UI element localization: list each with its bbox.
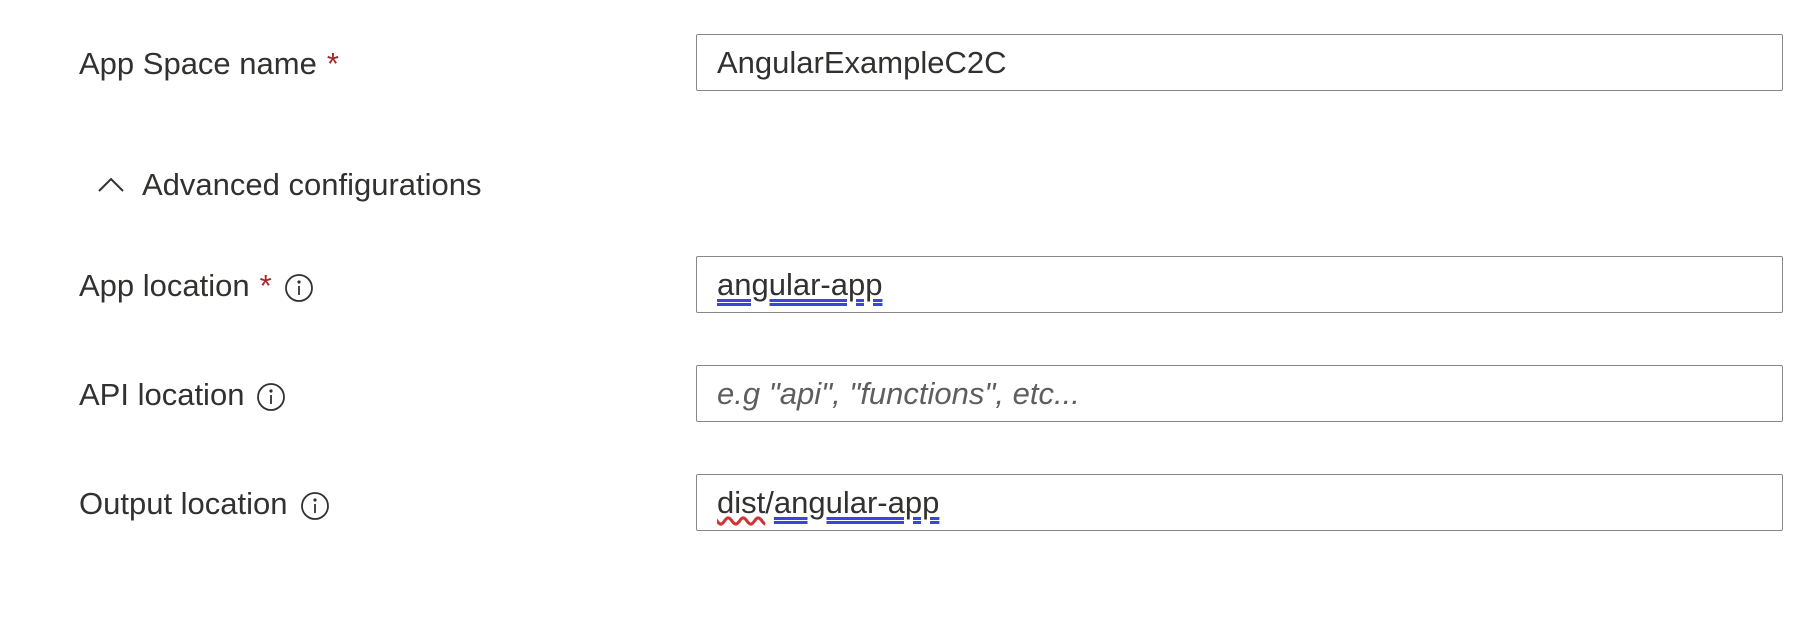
info-icon[interactable] [284,273,314,303]
app-space-name-value: AngularExampleC2C [717,44,1007,80]
output-location-value-part2: angular-app [773,484,940,520]
output-location-value: dist/angular-app [717,485,939,521]
output-location-label: Output location [79,486,330,522]
api-location-placeholder: e.g "api", "functions", etc... [717,375,1080,411]
advanced-configurations-toggle[interactable]: Advanced configurations [96,160,482,210]
output-location-row: Output location dist/angular-app [0,474,1805,534]
api-location-label-text: API location [79,377,245,412]
app-location-value: angular-app [717,266,883,302]
app-location-label-text: App location [79,268,250,303]
output-location-value-sep: / [765,484,774,520]
app-location-label: App location * [79,268,314,304]
app-location-input[interactable]: angular-app [696,256,1783,313]
app-space-name-label: App Space name * [79,46,339,82]
chevron-up-icon [96,170,126,200]
output-location-input[interactable]: dist/angular-app [696,474,1783,531]
app-space-name-label-text: App Space name [79,46,317,81]
static-web-app-form: App Space name * AngularExampleC2C Advan… [0,0,1805,636]
output-location-value-part1: dist [717,484,766,520]
info-icon[interactable] [256,382,286,412]
output-location-label-text: Output location [79,486,288,521]
app-location-row: App location * angular-app [0,256,1805,316]
app-space-name-row: App Space name * AngularExampleC2C [0,34,1805,94]
api-location-label: API location [79,377,286,413]
info-icon[interactable] [300,491,330,521]
advanced-configurations-label: Advanced configurations [142,167,482,202]
app-space-name-input[interactable]: AngularExampleC2C [696,34,1783,91]
required-asterisk: * [326,46,339,81]
required-asterisk: * [259,268,272,303]
api-location-row: API location e.g "api", "functions", etc… [0,365,1805,425]
api-location-input[interactable]: e.g "api", "functions", etc... [696,365,1783,422]
